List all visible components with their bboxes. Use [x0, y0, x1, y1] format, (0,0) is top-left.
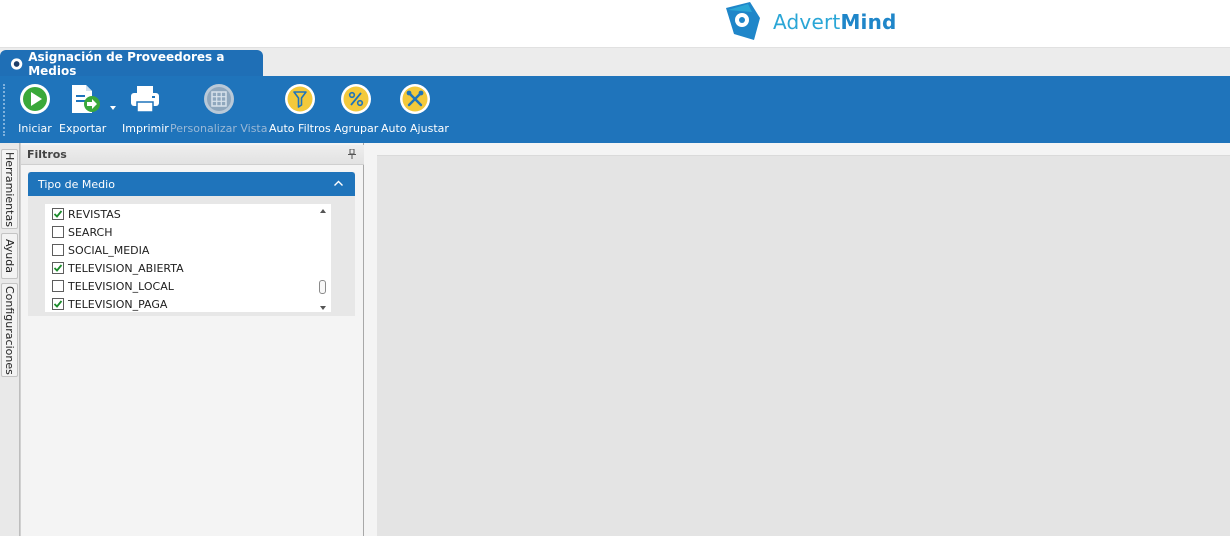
list-item-label: SOCIAL_MEDIA	[68, 243, 150, 257]
chevron-up-icon[interactable]	[334, 180, 343, 186]
side-tab-configuraciones[interactable]: Configuraciones	[1, 283, 18, 377]
percent-icon	[341, 84, 372, 114]
checkbox[interactable]	[52, 280, 64, 292]
advertmind-logo-icon	[726, 2, 760, 40]
side-tab-label: Ayuda	[3, 239, 16, 273]
tipo-de-medio-group: Tipo de Medio REVISTAS SEARCH SOCIAL_MEDIA…	[28, 172, 355, 316]
list-item-label: TELEVISION_PAGA	[68, 297, 168, 311]
list-item[interactable]: TELEVISION_PAGA	[52, 296, 167, 312]
side-tab-label: Configuraciones	[3, 285, 16, 375]
main-workspace	[377, 155, 1230, 536]
list-item[interactable]: SOCIAL_MEDIA	[52, 242, 149, 258]
iniciar-label: Iniciar	[18, 122, 52, 135]
filter-icon	[284, 84, 315, 114]
imprimir-button[interactable]: Imprimir	[122, 82, 169, 140]
checkmark-icon	[53, 300, 63, 308]
list-item-label: SEARCH	[68, 225, 113, 239]
side-tab-label: Herramientas	[3, 151, 16, 227]
ribbon-toolbar: Iniciar Exportar Imprimir Personalizar V…	[0, 76, 1230, 143]
tab-title: Asignación de Proveedores a Medios	[28, 49, 225, 78]
auto-filtros-button[interactable]: Auto Filtros	[269, 82, 331, 140]
auto-ajustar-button[interactable]: Auto Ajustar	[381, 82, 449, 140]
iniciar-button[interactable]: Iniciar	[18, 82, 52, 140]
panel-splitter[interactable]	[364, 143, 377, 536]
tipo-de-medio-list: REVISTAS SEARCH SOCIAL_MEDIA TELEVISION_ABI…	[45, 204, 315, 312]
tab-asignacion-proveedores[interactable]: Asignación de Proveedores a Medios	[0, 49, 263, 78]
content-top-strip	[377, 143, 1230, 155]
list-item-label: REVISTAS	[68, 207, 121, 221]
checkbox[interactable]	[52, 208, 64, 220]
side-tab-herramientas[interactable]: Herramientas	[1, 149, 18, 229]
logo-wordmark: AdvertMind	[773, 10, 897, 34]
checkbox[interactable]	[52, 298, 64, 310]
export-document-icon	[71, 85, 100, 113]
advertmind-logo: AdvertMind	[720, 0, 897, 44]
personalizar-vista-label: Personalizar Vista	[170, 122, 268, 135]
list-item-label: TELEVISION_LOCAL	[68, 279, 174, 293]
checkbox[interactable]	[52, 262, 64, 274]
list-item[interactable]: TELEVISION_LOCAL	[52, 278, 174, 294]
filters-panel-header: Filtros	[21, 145, 364, 165]
agrupar-button[interactable]: Agrupar	[334, 82, 378, 140]
auto-filtros-label: Auto Filtros	[269, 122, 331, 135]
exportar-button[interactable]: Exportar	[59, 82, 106, 140]
list-item-label: TELEVISION_ABIERTA	[68, 261, 184, 275]
tipo-de-medio-header[interactable]: Tipo de Medio	[28, 172, 355, 196]
list-item[interactable]: SEARCH	[52, 224, 113, 240]
side-tab-strip: Herramientas Ayuda Configuraciones	[0, 143, 20, 536]
pin-icon[interactable]	[348, 149, 356, 159]
checkbox[interactable]	[52, 226, 64, 238]
list-scrollbar[interactable]	[315, 204, 331, 312]
scroll-up-icon[interactable]	[320, 209, 326, 213]
group-title: Tipo de Medio	[38, 177, 115, 191]
checkbox[interactable]	[52, 244, 64, 256]
exportar-label: Exportar	[59, 122, 107, 135]
chevron-down-icon[interactable]	[110, 106, 116, 110]
printer-icon	[131, 86, 160, 113]
side-tab-ayuda[interactable]: Ayuda	[1, 233, 18, 279]
toolbar-grip[interactable]	[3, 84, 5, 136]
filters-panel: Filtros Tipo de Medio REVISTAS SEARCH SOCI…	[20, 143, 364, 536]
personalizar-vista-button[interactable]: Personalizar Vista	[170, 82, 267, 140]
checkmark-icon	[53, 210, 63, 218]
grid-view-icon	[203, 84, 234, 114]
list-item[interactable]: REVISTAS	[52, 206, 121, 222]
checkmark-icon	[53, 264, 63, 272]
eye-icon	[10, 57, 23, 70]
agrupar-label: Agrupar	[334, 122, 379, 135]
app-header: AdvertMind	[0, 0, 1230, 47]
auto-ajustar-label: Auto Ajustar	[381, 122, 449, 135]
list-item[interactable]: TELEVISION_ABIERTA	[52, 260, 184, 276]
imprimir-label: Imprimir	[122, 122, 169, 135]
tools-icon	[399, 84, 430, 114]
scroll-thumb[interactable]	[319, 280, 326, 294]
document-tabstrip: Asignación de Proveedores a Medios	[0, 47, 1230, 78]
filters-title: Filtros	[27, 148, 67, 161]
scroll-down-icon[interactable]	[320, 306, 326, 310]
play-icon	[20, 84, 50, 114]
